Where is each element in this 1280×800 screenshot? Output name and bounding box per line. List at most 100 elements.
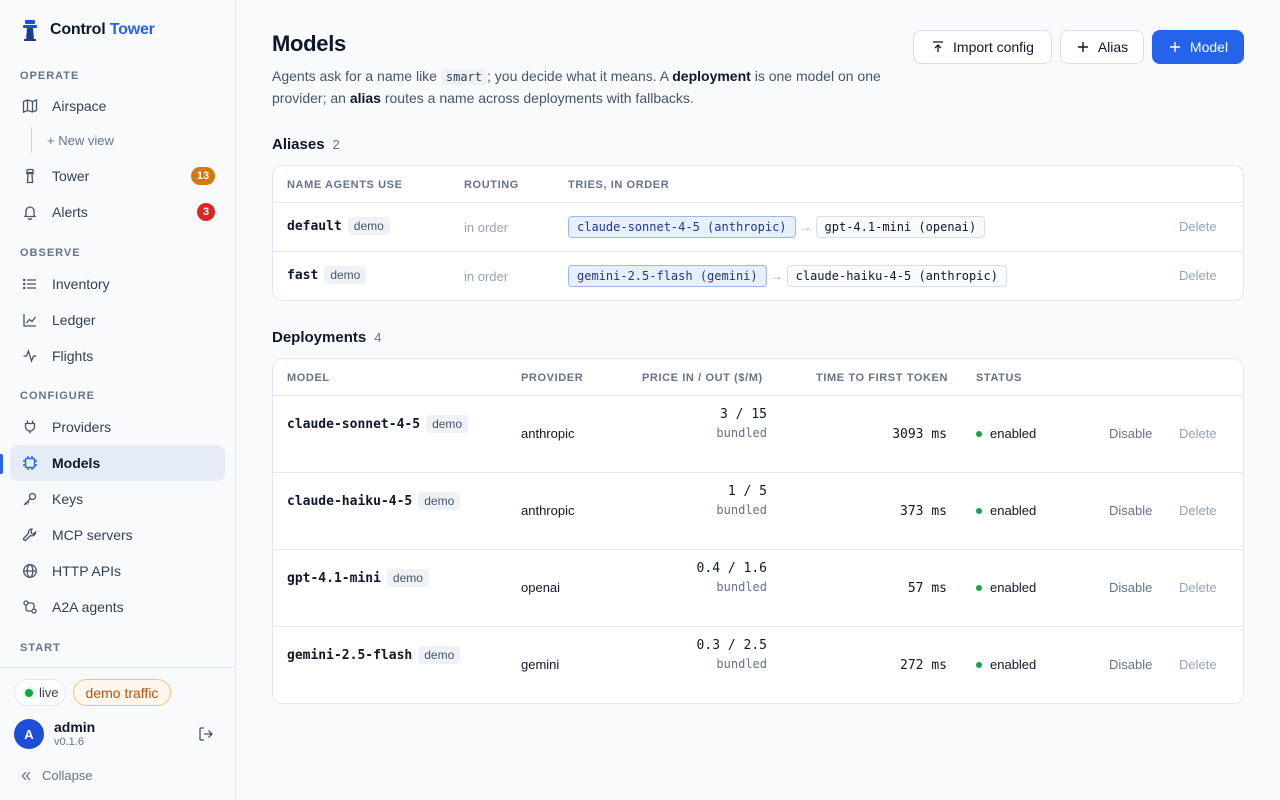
price-note: bundled xyxy=(716,657,767,671)
sidebar-item-providers[interactable]: Providers xyxy=(10,409,225,445)
table-row: claude-sonnet-4-5 demo anthropic 3 / 15 bu… xyxy=(273,395,1243,472)
delete-deployment-button[interactable]: Delete xyxy=(1179,503,1217,518)
demo-tag: demo xyxy=(418,492,461,510)
sidebar-item-airspace[interactable]: Airspace xyxy=(10,88,225,124)
tower-icon xyxy=(22,168,38,184)
delete-deployment-button[interactable]: Delete xyxy=(1179,580,1217,595)
activity-icon xyxy=(22,348,38,364)
map-icon xyxy=(22,98,38,114)
brand[interactable]: Control Tower xyxy=(20,18,155,42)
delete-alias-button[interactable]: Delete xyxy=(1179,268,1217,283)
provider-value: gemini xyxy=(521,657,560,672)
ttft-value: 272 ms xyxy=(900,658,947,673)
alias-name-cell: fast demo xyxy=(287,266,367,284)
delete-alias-button[interactable]: Delete xyxy=(1179,219,1217,234)
sidebar-item-inventory[interactable]: Inventory xyxy=(10,266,225,302)
sidebar-item-tower[interactable]: Tower 13 xyxy=(10,158,225,194)
deployments-count: 4 xyxy=(374,330,382,345)
section-label-start: START xyxy=(20,642,61,654)
alias-name: fast xyxy=(287,268,319,283)
price-value: 1 / 5 xyxy=(727,484,767,499)
disable-button[interactable]: Disable xyxy=(1109,580,1152,595)
tries-chain: claude-sonnet-4-5 (anthropic) → gpt-4.1-mi… xyxy=(568,216,986,238)
sidebar-item-label: Providers xyxy=(52,419,112,435)
disable-button[interactable]: Disable xyxy=(1109,657,1152,672)
sidebar-item-ledger[interactable]: Ledger xyxy=(10,302,225,338)
sidebar-item-mcp-servers[interactable]: MCP servers xyxy=(10,517,225,553)
sidebar-item-label: Models xyxy=(52,455,101,471)
model-name-cell: claude-haiku-4-5 demo xyxy=(287,492,461,510)
collapse-sidebar-button[interactable]: Collapse xyxy=(20,768,93,783)
model-name: claude-haiku-4-5 xyxy=(287,494,413,509)
price-cell: 1 / 5 bundled xyxy=(667,484,767,517)
alias-name: default xyxy=(287,219,342,234)
sidebar-item-http-apis[interactable]: HTTP APIs xyxy=(10,553,225,589)
disable-button[interactable]: Disable xyxy=(1109,503,1152,518)
bell-icon xyxy=(22,204,38,220)
price-note: bundled xyxy=(716,580,767,594)
col-header-price: PRICE IN / OUT ($/M) xyxy=(642,372,763,384)
page-description: Agents ask for a name like smart; you de… xyxy=(272,66,912,109)
collapse-label: Collapse xyxy=(42,768,93,783)
deployment-chip[interactable]: gpt-4.1-mini (openai) xyxy=(815,216,986,238)
sidebar-footer: live demo traffic A admin v0.1.6 Collaps… xyxy=(0,667,236,800)
sidebar-item-alerts[interactable]: Alerts 3 xyxy=(10,194,225,230)
delete-deployment-button[interactable]: Delete xyxy=(1179,426,1217,441)
demo-tag: demo xyxy=(386,569,429,587)
deployment-chip[interactable]: gemini-2.5-flash (gemini) xyxy=(568,265,767,287)
status-badge: enabled xyxy=(976,503,1036,518)
sidebar-item-flights[interactable]: Flights xyxy=(10,338,225,374)
col-header-status: STATUS xyxy=(976,372,1022,384)
col-header-ttft: TIME TO FIRST TOKEN xyxy=(816,372,948,384)
tries-chain: gemini-2.5-flash (gemini) → claude-haiku-4… xyxy=(568,265,1007,287)
user-name: admin xyxy=(54,719,96,735)
active-indicator xyxy=(0,454,3,474)
deployment-chip[interactable]: claude-haiku-4-5 (anthropic) xyxy=(786,265,1007,287)
sidebar-item-label: A2A agents xyxy=(52,599,124,615)
brand-name-part1: Control xyxy=(50,21,106,38)
list-icon xyxy=(22,276,38,292)
disable-button[interactable]: Disable xyxy=(1109,426,1152,441)
avatar[interactable]: A xyxy=(14,719,44,749)
table-row: fast demo in order gemini-2.5-flash (gemi… xyxy=(273,251,1243,300)
col-header-provider: PROVIDER xyxy=(521,372,584,384)
ttft-value: 373 ms xyxy=(900,504,947,519)
sidebar-item-label: Flights xyxy=(52,348,94,364)
desc-text: routes a name across deployments with fa… xyxy=(380,90,694,106)
ttft-value: 3093 ms xyxy=(892,427,947,442)
live-label: live xyxy=(39,685,59,700)
add-alias-button[interactable]: Alias xyxy=(1060,30,1144,64)
trend-chart-icon xyxy=(22,312,38,328)
demo-tag: demo xyxy=(418,646,461,664)
delete-deployment-button[interactable]: Delete xyxy=(1179,657,1217,672)
demo-traffic-toggle[interactable]: demo traffic xyxy=(73,679,171,706)
sidebar-item-a2a-agents[interactable]: A2A agents xyxy=(10,589,225,625)
new-view-link[interactable]: + New view xyxy=(47,133,114,148)
plug-icon xyxy=(22,419,38,435)
logout-icon[interactable] xyxy=(198,726,214,742)
status-label: enabled xyxy=(990,580,1037,595)
sidebar-item-keys[interactable]: Keys xyxy=(10,481,225,517)
sidebar-item-models[interactable]: Models xyxy=(10,445,225,481)
ttft-value: 57 ms xyxy=(907,581,947,596)
live-indicator[interactable]: live xyxy=(14,679,66,706)
model-name-cell: claude-sonnet-4-5 demo xyxy=(287,415,469,433)
sidebar-item-label: Alerts xyxy=(52,204,88,220)
import-config-button[interactable]: Import config xyxy=(913,30,1052,64)
price-value: 0.4 / 1.6 xyxy=(696,561,767,576)
deployment-chip[interactable]: claude-sonnet-4-5 (anthropic) xyxy=(568,216,796,238)
sidebar-item-label: HTTP APIs xyxy=(52,563,121,579)
section-label-operate: OPERATE xyxy=(20,70,80,82)
add-model-button[interactable]: Model xyxy=(1152,30,1244,64)
app-version: v0.1.6 xyxy=(54,736,84,748)
price-value: 3 / 15 xyxy=(720,407,767,422)
status-dot-icon xyxy=(976,507,982,514)
sidebar-item-label: Airspace xyxy=(52,98,107,114)
routing-value: in order xyxy=(464,220,509,235)
aliases-title: Aliases xyxy=(272,136,325,153)
price-note: bundled xyxy=(716,503,767,517)
sidebar-item-label: Keys xyxy=(52,491,84,507)
agents-network-icon xyxy=(22,599,38,615)
provider-value: openai xyxy=(521,580,561,595)
desc-text: ; you decide what it means. A xyxy=(487,68,673,84)
